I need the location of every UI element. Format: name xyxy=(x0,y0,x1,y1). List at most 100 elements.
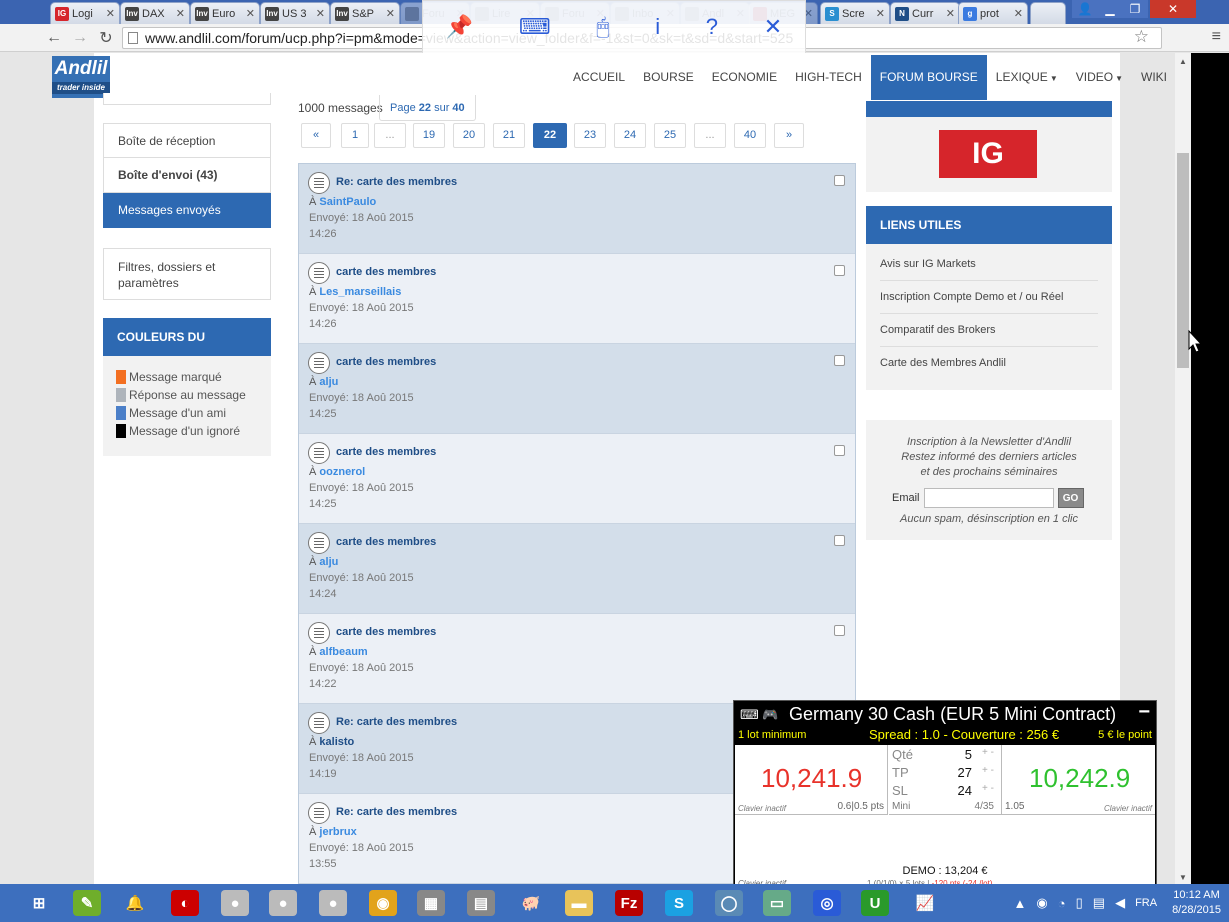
pagination-link[interactable]: 20 xyxy=(453,123,485,148)
pagination-link[interactable]: » xyxy=(774,123,804,148)
message-subject[interactable]: carte des membres xyxy=(336,446,436,458)
globe-app-icon[interactable]: ◎ xyxy=(805,887,849,919)
nav-item[interactable]: ECONOMIE xyxy=(703,55,786,100)
window-maximize-button[interactable]: ❐ xyxy=(1122,0,1148,18)
filters-settings-link[interactable]: Filtres, dossiers et paramètres xyxy=(103,248,271,300)
chrome-icon[interactable]: ◉ xyxy=(361,887,405,919)
window-user-button[interactable]: 👤 xyxy=(1072,0,1098,18)
page-scrollbar[interactable]: ▲ ▼ xyxy=(1175,53,1191,884)
tp-stepper[interactable]: + - xyxy=(982,765,994,776)
nav-item[interactable]: ACCUEIL xyxy=(564,55,634,100)
app-icon-6[interactable]: ● xyxy=(311,887,355,919)
buy-panel[interactable]: 10,242.9 1.05 Clavier inactif xyxy=(1001,745,1155,815)
recipient-name[interactable]: Les_marseillais xyxy=(319,286,401,298)
scroll-down-icon[interactable]: ▼ xyxy=(1179,873,1187,882)
windows-start-icon[interactable]: ⊞ xyxy=(17,887,61,919)
volume-icon[interactable]: ◀ xyxy=(1115,895,1125,911)
sl-stepper[interactable]: + - xyxy=(982,783,994,794)
qty-field[interactable]: Qté 5 + - xyxy=(892,747,998,765)
pagination-link[interactable]: 25 xyxy=(654,123,686,148)
browser-menu-icon[interactable]: ≡ xyxy=(1212,28,1221,46)
message-row[interactable]: carte des membres À Les_marseillais Envoyé… xyxy=(299,254,855,344)
language-indicator[interactable]: FRA xyxy=(1135,897,1157,909)
message-row[interactable]: carte des membres À ooznerol Envoyé: 18 Ao… xyxy=(299,434,855,524)
message-checkbox[interactable] xyxy=(834,445,845,456)
pagination-link[interactable]: « xyxy=(301,123,331,148)
pagination-link[interactable]: 19 xyxy=(413,123,445,148)
sell-panel[interactable]: 10,241.9 Clavier inactif 0.6|0.5 pts xyxy=(735,745,888,815)
browser-tab[interactable]: Inv Euro ✕ xyxy=(190,2,260,24)
message-subject[interactable]: carte des membres xyxy=(336,266,436,278)
new-tab-button[interactable] xyxy=(1030,2,1066,24)
app-icon-1[interactable]: ✎ xyxy=(65,887,109,919)
message-subject[interactable]: Re: carte des membres xyxy=(336,806,457,818)
useful-link[interactable]: Comparatif des Brokers xyxy=(880,324,1098,347)
tp-field[interactable]: TP 27 + - xyxy=(892,765,998,783)
nav-item[interactable]: BOURSE xyxy=(634,55,703,100)
tab-close-icon[interactable]: ✕ xyxy=(106,7,115,20)
back-icon[interactable]: ← xyxy=(44,28,64,48)
pagination-link[interactable]: 22 xyxy=(533,123,567,148)
useful-link[interactable]: Avis sur IG Markets xyxy=(880,258,1098,281)
tab-close-icon[interactable]: ✕ xyxy=(386,7,395,20)
folder-inbox[interactable]: Boîte de réception xyxy=(103,123,271,158)
recipient-name[interactable]: alju xyxy=(319,376,338,388)
recipient-name[interactable]: alju xyxy=(319,556,338,568)
pin-icon[interactable]: 📌 xyxy=(446,14,473,40)
tray-expand-icon[interactable]: ▲ xyxy=(1014,896,1027,911)
recipient-name[interactable]: jerbrux xyxy=(319,826,356,838)
useful-link[interactable]: Inscription Compte Demo et / ou Réel xyxy=(880,291,1098,314)
browser-tab[interactable]: S Scre ✕ xyxy=(820,2,890,24)
newsletter-go-button[interactable]: GO xyxy=(1057,488,1084,508)
message-row[interactable]: carte des membres À alju Envoyé: 18 Aoû 20… xyxy=(299,344,855,434)
widget-minimize-icon[interactable]: − xyxy=(1138,701,1150,724)
browser-tab[interactable]: IG Logi ✕ xyxy=(50,2,120,24)
app-icon-2[interactable]: 🔔 xyxy=(113,887,157,919)
message-subject[interactable]: carte des membres xyxy=(336,356,436,368)
reload-icon[interactable]: ↻ xyxy=(96,28,116,48)
message-checkbox[interactable] xyxy=(834,265,845,276)
browser-tab[interactable]: N Curr ✕ xyxy=(890,2,960,24)
message-row[interactable]: carte des membres À alju Envoyé: 18 Aoû 20… xyxy=(299,524,855,614)
message-checkbox[interactable] xyxy=(834,175,845,186)
recipient-name[interactable]: kalisto xyxy=(319,736,354,748)
message-checkbox[interactable] xyxy=(834,625,845,636)
info-icon[interactable]: i xyxy=(655,14,660,40)
calculator-icon[interactable]: ▦ xyxy=(409,887,453,919)
sl-field[interactable]: SL 24 + - xyxy=(892,783,998,801)
message-checkbox[interactable] xyxy=(834,535,845,546)
close-icon[interactable]: ✕ xyxy=(764,14,782,40)
browser-tab[interactable]: Inv S&P ✕ xyxy=(330,2,400,24)
folder-sent[interactable]: Messages envoyés xyxy=(103,193,271,228)
message-row[interactable]: carte des membres À alfbeaum Envoyé: 18 Ao… xyxy=(299,614,855,704)
news-icon[interactable]: ▤ xyxy=(459,887,503,919)
filezilla-icon[interactable]: Fz xyxy=(607,887,651,919)
site-logo[interactable]: Andlil trader inside xyxy=(52,56,110,98)
ig-banner[interactable]: IG xyxy=(939,130,1037,178)
tab-close-icon[interactable]: ✕ xyxy=(1014,7,1023,20)
pagination-link[interactable]: 24 xyxy=(614,123,646,148)
nav-item[interactable]: WIKI xyxy=(1132,55,1175,100)
email-field[interactable] xyxy=(923,488,1054,508)
pagination-link[interactable]: 21 xyxy=(493,123,525,148)
piggy-bank-icon[interactable]: 🐖 xyxy=(509,887,553,919)
tab-close-icon[interactable]: ✕ xyxy=(176,7,185,20)
qty-stepper[interactable]: + - xyxy=(982,747,994,758)
recipient-name[interactable]: ooznerol xyxy=(319,466,365,478)
screen-icon[interactable]: ▭ xyxy=(755,887,799,919)
nav-item[interactable]: VIDEO ▼ xyxy=(1067,55,1132,100)
recipient-name[interactable]: alfbeaum xyxy=(319,646,367,658)
pagination-link[interactable]: 40 xyxy=(734,123,766,148)
app-icon-3[interactable]: ◐ xyxy=(163,887,207,919)
network-icon[interactable]: ▤ xyxy=(1093,895,1105,911)
u-app-icon[interactable]: U xyxy=(853,887,897,919)
window-minimize-button[interactable]: ▁ xyxy=(1097,0,1123,18)
help-icon[interactable]: ? xyxy=(706,14,718,40)
skype-icon[interactable]: S xyxy=(657,887,701,919)
mouse-icon[interactable]: 🖱 xyxy=(596,14,609,40)
tab-close-icon[interactable]: ✕ xyxy=(246,7,255,20)
forward-icon[interactable]: → xyxy=(70,28,90,48)
pagination-link[interactable]: 23 xyxy=(574,123,606,148)
system-clock[interactable]: 10:12 AM 8/28/2015 xyxy=(1172,888,1221,918)
useful-link[interactable]: Carte des Membres Andlil xyxy=(880,357,1098,379)
